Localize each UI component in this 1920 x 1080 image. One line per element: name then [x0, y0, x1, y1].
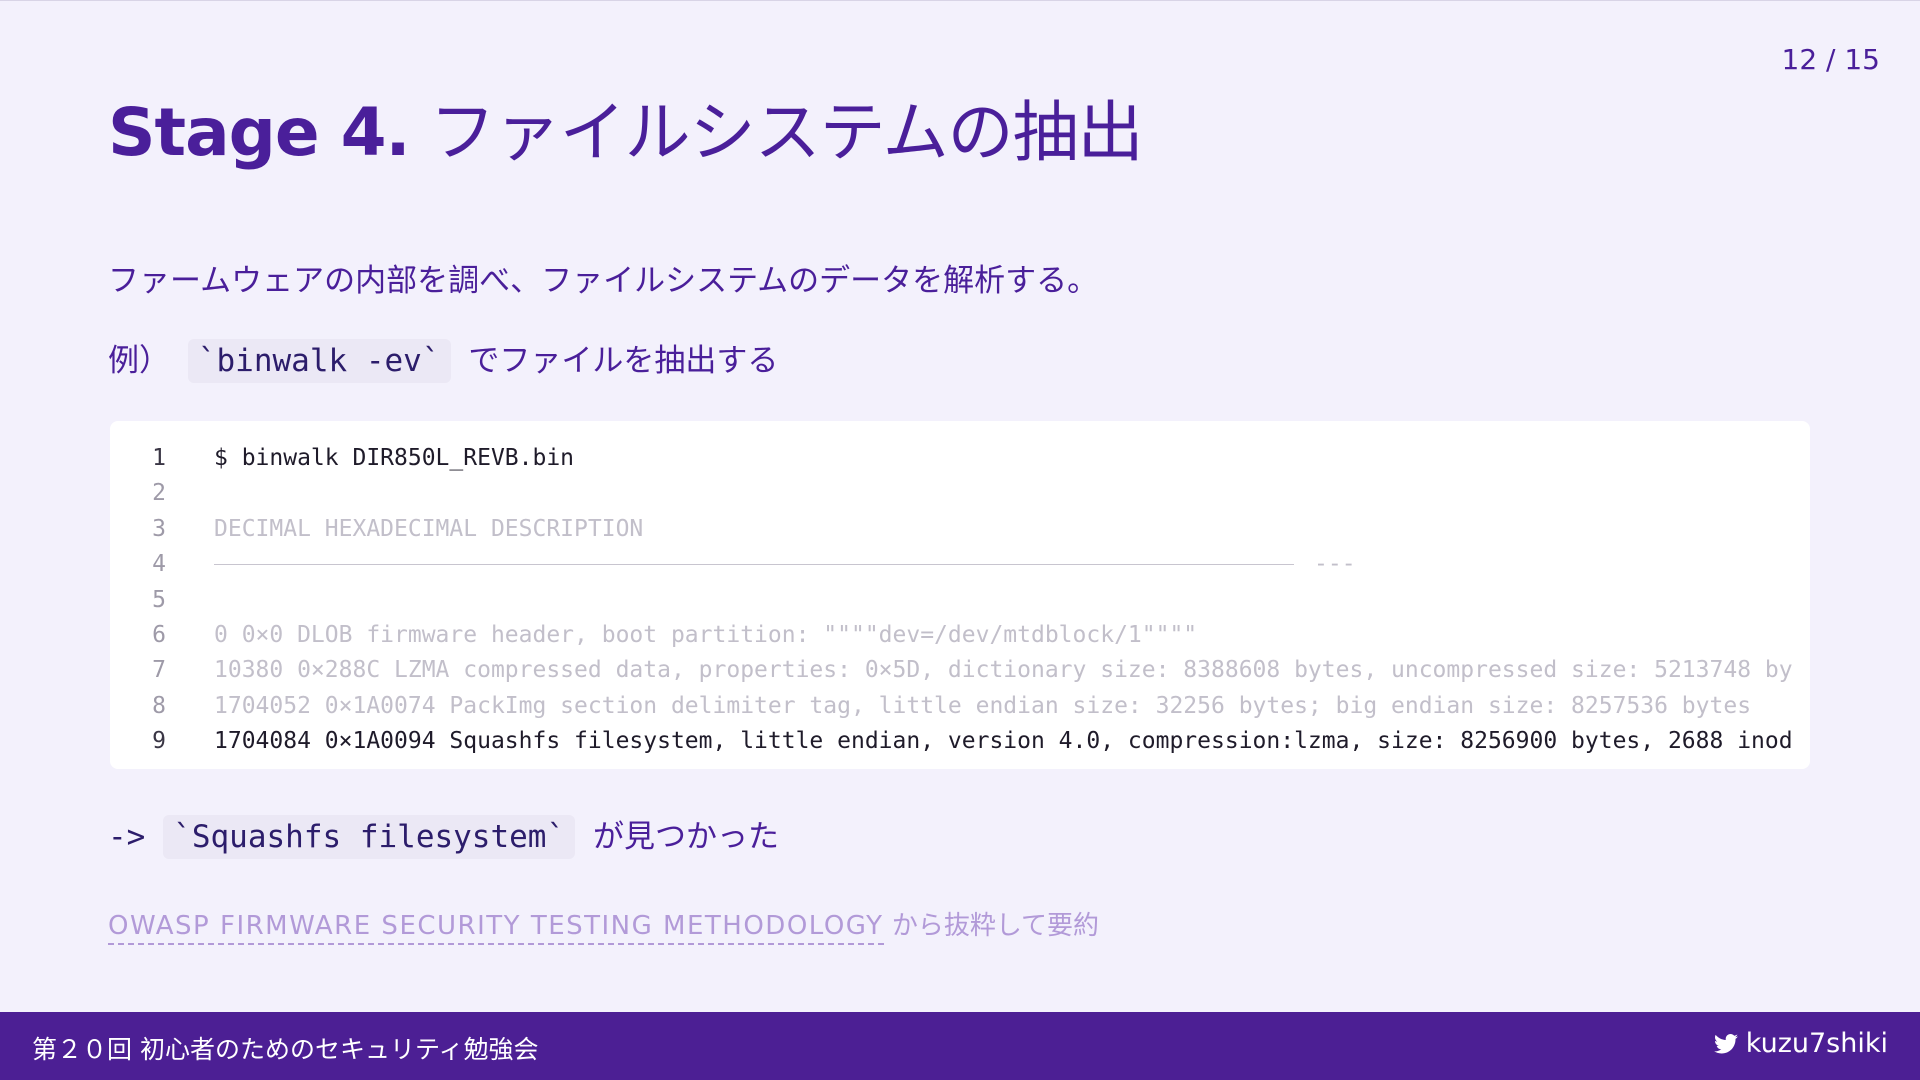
arrow-text: ->	[108, 819, 146, 855]
line-number: 5	[152, 586, 166, 613]
separator-dashes: ---	[1314, 551, 1356, 578]
code-line: 8 1704052 0×1A0074 PackImg section delim…	[110, 689, 1810, 724]
code-text: 10380 0×288C LZMA compressed data, prope…	[214, 657, 1793, 684]
line-number: 9	[152, 728, 166, 755]
line-number: 2	[152, 480, 166, 507]
line-number: 3	[152, 515, 166, 542]
footer: 第２０回 初心者のためのセキュリティ勉強会 kuzu7shiki	[0, 1012, 1920, 1080]
code-text: DECIMAL HEXADECIMAL DESCRIPTION	[214, 515, 644, 542]
result-suffix: が見つかった	[592, 819, 779, 855]
code-text: 1704084 0×1A0094 Squashfs filesystem, li…	[214, 728, 1793, 755]
owasp-link[interactable]: OWASP FIRMWARE SECURITY TESTING METHODOL…	[108, 911, 884, 945]
code-text: ---	[214, 547, 1356, 582]
code-block: 1 $ binwalk DIR850L_REVB.bin 2 3 DECIMAL…	[110, 421, 1810, 769]
twitter-icon	[1713, 1033, 1738, 1053]
slide: 12 / 15 Stage 4. ファイルシステムの抽出 ファームウェアの内部を…	[0, 0, 1920, 1080]
code-line: 7 10380 0×288C LZMA compressed data, pro…	[110, 653, 1810, 688]
code-line: 3 DECIMAL HEXADECIMAL DESCRIPTION	[110, 512, 1810, 547]
line-number: 1	[152, 445, 166, 471]
source-suffix: から抜粋して要約	[891, 911, 1100, 941]
code-line: 4 ---	[110, 547, 1810, 582]
line-number: 6	[152, 621, 166, 648]
title-stage: Stage 4.	[108, 94, 411, 171]
page-number: 12 / 15	[1781, 43, 1881, 76]
line-number: 8	[152, 692, 166, 719]
code-line: 1 $ binwalk DIR850L_REVB.bin	[110, 441, 1810, 476]
code-text: 1704052 0×1A0074 PackImg section delimit…	[214, 692, 1752, 719]
result-inline-code: `Squashfs filesystem`	[163, 815, 576, 859]
footer-event-title: 第２０回 初心者のためのセキュリティ勉強会	[32, 1035, 539, 1064]
example-prefix: 例）	[108, 343, 170, 379]
source-citation: OWASP FIRMWARE SECURITY TESTING METHODOL…	[108, 905, 1100, 945]
description-text: ファームウェアの内部を調べ、ファイルシステムのデータを解析する。	[108, 263, 1099, 299]
code-line: 5	[110, 583, 1810, 618]
title-text: ファイルシステムの抽出	[429, 94, 1144, 171]
line-number: 7	[152, 657, 166, 684]
code-line: 6 0 0×0 DLOB firmware header, boot parti…	[110, 618, 1810, 653]
twitter-handle[interactable]: kuzu7shiki	[1746, 1028, 1888, 1059]
example-suffix: でファイルを抽出する	[468, 343, 779, 379]
page-title: Stage 4. ファイルシステムの抽出	[108, 79, 1144, 175]
example-line: 例） `binwalk -ev` でファイルを抽出する	[108, 335, 779, 383]
footer-twitter: kuzu7shiki	[1713, 1028, 1888, 1059]
code-line: 9 1704084 0×1A0094 Squashfs filesystem, …	[110, 724, 1810, 759]
result-line: -> `Squashfs filesystem` が見つかった	[108, 811, 779, 859]
code-line: 2	[110, 476, 1810, 511]
line-number: 4	[152, 551, 166, 578]
separator-rule	[214, 564, 1294, 566]
code-text: $ binwalk DIR850L_REVB.bin	[214, 445, 575, 471]
code-text: 0 0×0 DLOB firmware header, boot partiti…	[214, 621, 1198, 648]
example-inline-code: `binwalk -ev`	[187, 339, 451, 383]
